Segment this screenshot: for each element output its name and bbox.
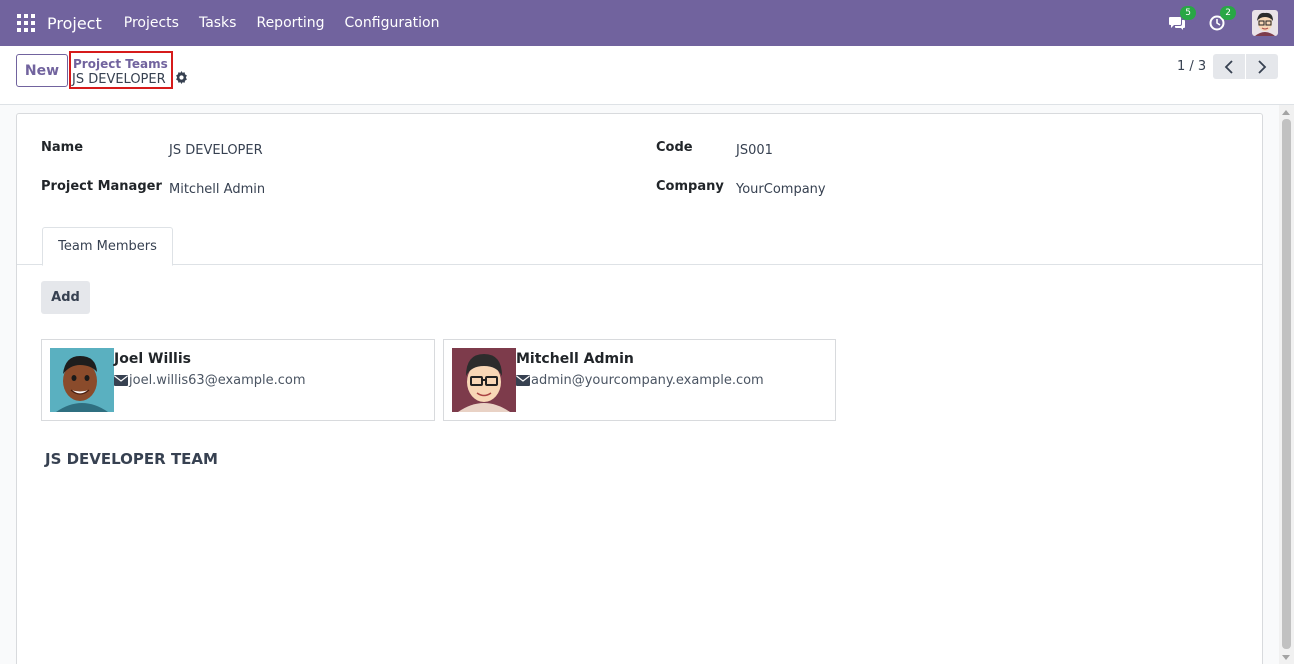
pager-next-button[interactable]	[1246, 54, 1278, 79]
envelope-icon	[114, 375, 128, 386]
name-field[interactable]: JS DEVELOPER	[169, 143, 263, 158]
menu-configuration[interactable]: Configuration	[335, 0, 450, 46]
gear-icon[interactable]	[175, 71, 188, 84]
member-avatar	[50, 348, 114, 412]
member-name: Mitchell Admin	[516, 351, 634, 367]
menu-reporting[interactable]: Reporting	[246, 0, 334, 46]
member-card[interactable]: Joel Willis joel.willis63@example.com	[41, 339, 435, 421]
pager-previous-button[interactable]	[1213, 54, 1245, 79]
chevron-right-icon	[1258, 59, 1267, 74]
chevron-left-icon	[1224, 59, 1233, 74]
app-name[interactable]: Project	[47, 14, 102, 33]
tab-team-members[interactable]: Team Members	[42, 227, 173, 266]
company-field[interactable]: YourCompany	[736, 182, 826, 197]
top-navbar: Project Projects Tasks Reporting Configu…	[0, 0, 1294, 46]
code-label: Code	[656, 140, 693, 155]
team-heading: JS DEVELOPER TEAM	[45, 450, 218, 468]
breadcrumb-parent-link[interactable]: Project Teams	[73, 57, 168, 71]
page-scrollbar[interactable]	[1279, 105, 1294, 664]
member-email-row: joel.willis63@example.com	[114, 373, 306, 388]
member-email: admin@yourcompany.example.com	[531, 373, 764, 388]
activities-badge: 2	[1220, 6, 1236, 20]
scroll-thumb[interactable]	[1282, 119, 1291, 649]
member-email-row: admin@yourcompany.example.com	[516, 373, 764, 388]
code-field[interactable]: JS001	[736, 143, 773, 158]
menu-tasks[interactable]: Tasks	[189, 0, 247, 46]
messages-badge: 5	[1180, 6, 1196, 20]
control-panel: New Project Teams JS DEVELOPER 1 / 3	[0, 46, 1294, 105]
name-label: Name	[41, 140, 84, 155]
pager-value[interactable]: 1 / 3	[1177, 59, 1206, 74]
breadcrumb: Project Teams JS DEVELOPER	[69, 51, 173, 89]
member-name: Joel Willis	[114, 351, 191, 367]
breadcrumb-current: JS DEVELOPER	[72, 72, 166, 87]
new-button[interactable]: New	[16, 54, 68, 87]
company-label: Company	[656, 179, 724, 194]
form-sheet: Name JS DEVELOPER Project Manager Mitche…	[16, 113, 1263, 664]
chat-icon[interactable]: 5	[1166, 6, 1196, 34]
clock-icon[interactable]: 2	[1206, 6, 1236, 34]
scroll-down-arrow-icon[interactable]	[1282, 655, 1290, 660]
navbar-systray: 5 2	[1166, 0, 1278, 46]
project-manager-field[interactable]: Mitchell Admin	[169, 182, 265, 197]
user-avatar[interactable]	[1252, 10, 1278, 36]
member-card[interactable]: Mitchell Admin admin@yourcompany.example…	[443, 339, 836, 421]
project-manager-label: Project Manager	[41, 179, 162, 194]
apps-grid-icon[interactable]	[17, 14, 35, 32]
scroll-up-arrow-icon[interactable]	[1282, 110, 1290, 115]
add-member-button[interactable]: Add	[41, 281, 90, 314]
member-avatar	[452, 348, 516, 412]
member-email: joel.willis63@example.com	[129, 373, 306, 388]
menu-projects[interactable]: Projects	[114, 0, 189, 46]
envelope-icon	[516, 375, 530, 386]
tabs-divider	[17, 264, 1262, 265]
